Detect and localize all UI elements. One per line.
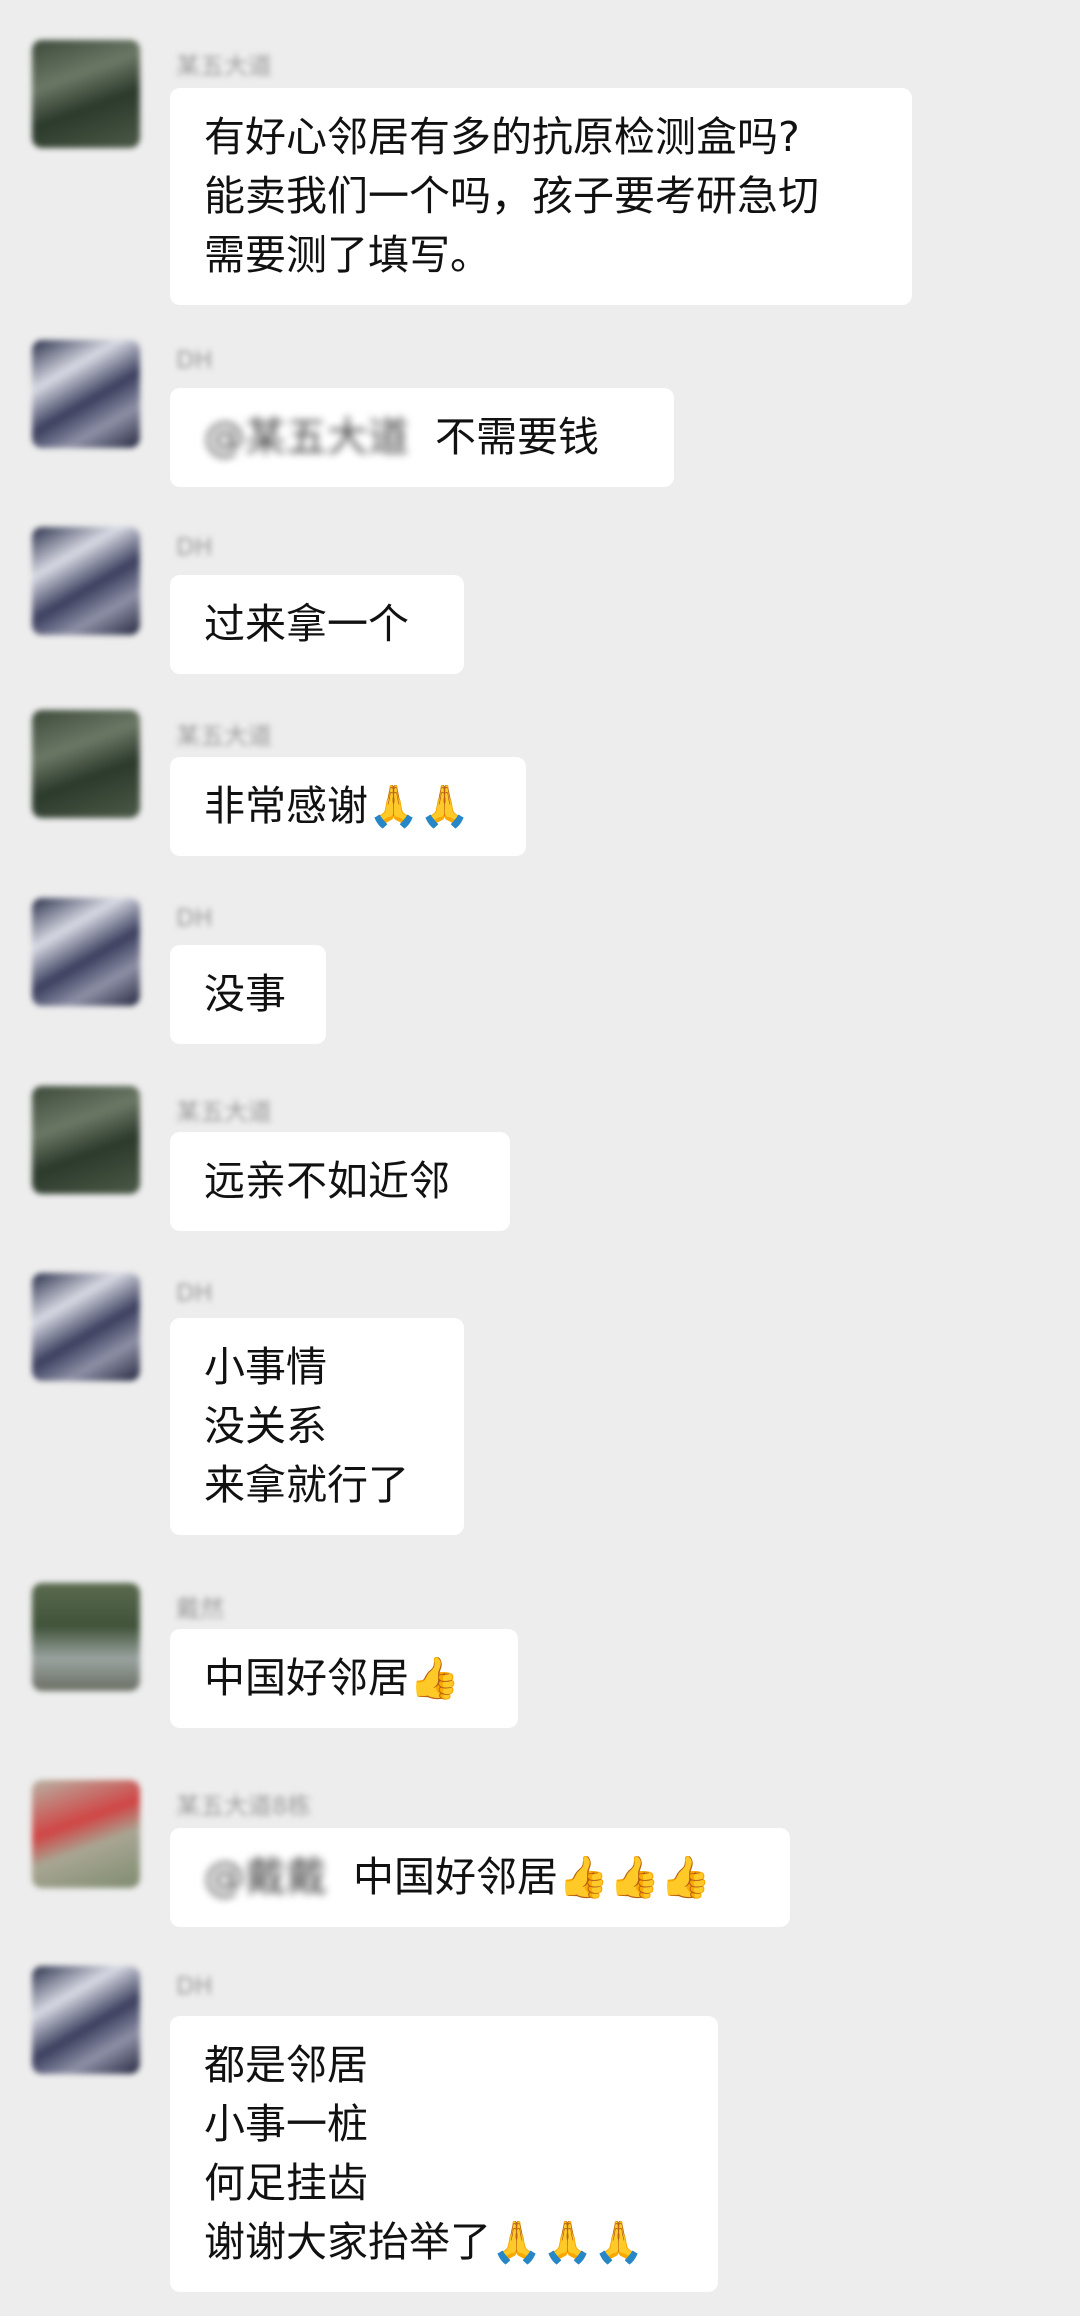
message-bubble[interactable]: 没事 — [170, 945, 326, 1044]
message-text: 何足挂齿 — [204, 2159, 368, 2207]
message-bubble[interactable]: 有好心邻居有多的抗原检测盒吗? 能卖我们一个吗，孩子要考研急切 需要测了填写。 — [170, 88, 912, 305]
chat-message-list[interactable]: 某五大道 有好心邻居有多的抗原检测盒吗? 能卖我们一个吗，孩子要考研急切 需要测… — [0, 0, 1080, 2316]
message-text: 有好心邻居有多的抗原检测盒吗? — [204, 113, 800, 161]
sender-name: DH — [176, 533, 213, 561]
message-bubble[interactable]: 过来拿一个 — [170, 575, 464, 674]
message-bubble[interactable]: 小事情 没关系 来拿就行了 — [170, 1318, 464, 1535]
sender-name: 某五大道8栋 — [176, 1792, 312, 1820]
mention[interactable]: @戴戴 — [204, 1853, 327, 1901]
avatar[interactable] — [32, 1780, 140, 1888]
message-bubble[interactable]: 都是邻居 小事一桩 何足挂齿 谢谢大家抬举了🙏🙏🙏 — [170, 2016, 718, 2292]
message-text: 中国好邻居👍 — [204, 1654, 461, 1702]
message-bubble[interactable]: 非常感谢🙏🙏 — [170, 757, 526, 856]
message-bubble[interactable]: 中国好邻居👍 — [170, 1629, 518, 1728]
message-text: 非常感谢🙏🙏 — [204, 782, 471, 830]
sender-name: 戴然 — [176, 1595, 224, 1623]
message-text: 远亲不如近邻 — [204, 1157, 450, 1205]
avatar[interactable] — [32, 1583, 140, 1691]
message-text: 需要测了填写。 — [204, 231, 491, 279]
message-text: 谢谢大家抬举了🙏🙏🙏 — [204, 2218, 645, 2266]
sender-name: DH — [176, 1972, 213, 2000]
message-bubble[interactable]: @戴戴 中国好邻居👍👍👍 — [170, 1828, 790, 1927]
sender-name: 某五大道 — [176, 722, 272, 750]
avatar[interactable] — [32, 340, 140, 448]
avatar[interactable] — [32, 1086, 140, 1194]
avatar[interactable] — [32, 40, 140, 148]
sender-name: DH — [176, 904, 213, 932]
message-text: 不需要钱 — [435, 413, 599, 461]
sender-name: DH — [176, 1279, 213, 1307]
message-text: 过来拿一个 — [204, 600, 409, 648]
sender-name: 某五大道 — [176, 52, 272, 80]
message-text: 小事一桩 — [204, 2100, 368, 2148]
message-bubble[interactable]: 远亲不如近邻 — [170, 1132, 510, 1231]
message-text: 都是邻居 — [204, 2041, 368, 2089]
message-text: 没关系 — [204, 1402, 327, 1450]
avatar[interactable] — [32, 1966, 140, 2074]
message-text: 没事 — [204, 970, 286, 1018]
message-text: 能卖我们一个吗，孩子要考研急切 — [204, 172, 819, 220]
avatar[interactable] — [32, 527, 140, 635]
mention[interactable]: @某五大道 — [204, 413, 409, 461]
message-text: 小事情 — [204, 1343, 327, 1391]
avatar[interactable] — [32, 1273, 140, 1381]
message-bubble[interactable]: @某五大道 不需要钱 — [170, 388, 674, 487]
avatar[interactable] — [32, 898, 140, 1006]
sender-name: 某五大道 — [176, 1098, 272, 1126]
message-text: 中国好邻居👍👍👍 — [353, 1853, 712, 1901]
sender-name: DH — [176, 346, 213, 374]
message-text: 来拿就行了 — [204, 1461, 409, 1509]
avatar[interactable] — [32, 710, 140, 818]
